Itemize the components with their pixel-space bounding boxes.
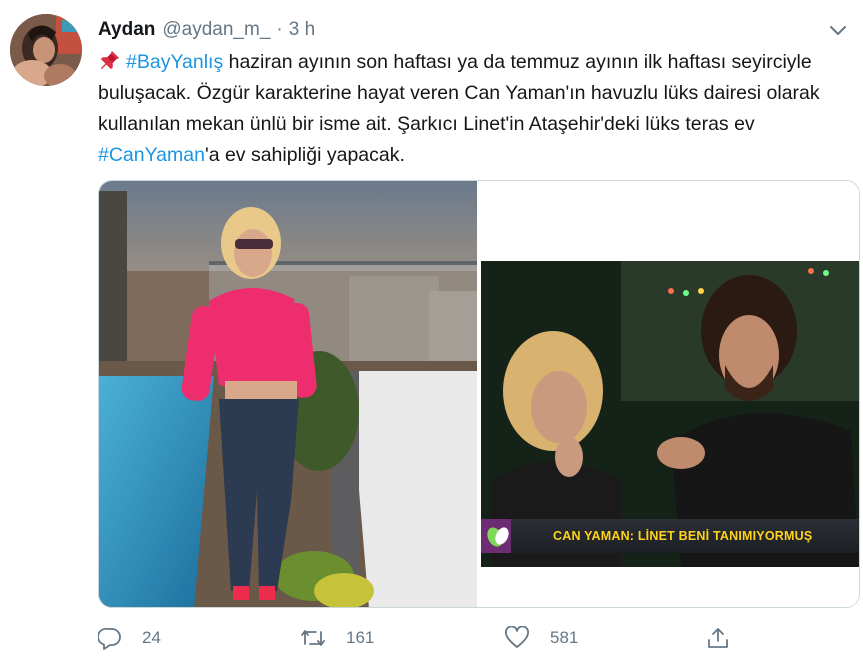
author-name[interactable]: Aydan bbox=[98, 19, 155, 41]
like-button[interactable]: 581 bbox=[504, 622, 578, 654]
retweet-icon bbox=[301, 630, 325, 646]
more-options-button[interactable] bbox=[825, 20, 851, 42]
tv-caption: CAN YAMAN: LİNET BENİ TANIMIYORMUŞ bbox=[553, 529, 813, 543]
pushpin-icon bbox=[100, 50, 120, 70]
author-handle[interactable]: @aydan_m_ bbox=[162, 19, 270, 41]
terrace-photo bbox=[99, 181, 477, 607]
channel-logo bbox=[481, 519, 515, 553]
hashtag-bayyanlis[interactable]: #BayYanlış bbox=[126, 51, 223, 73]
leaf-icon bbox=[487, 527, 509, 547]
like-count: 581 bbox=[550, 628, 579, 647]
tweet-header: Aydan @aydan_m_ · 3 h bbox=[98, 18, 315, 42]
tweet-actions: 24 161 581 bbox=[98, 622, 738, 654]
photo-right[interactable]: CAN YAMAN: LİNET BENİ TANIMIYORMUŞ bbox=[479, 181, 859, 607]
reply-button[interactable]: 24 bbox=[98, 622, 161, 654]
tweet-text: #BayYanlış haziran ayının son haftası ya… bbox=[98, 47, 838, 171]
chevron-down-icon bbox=[830, 26, 846, 35]
tv-caption-banner: CAN YAMAN: LİNET BENİ TANIMIYORMUŞ bbox=[511, 519, 859, 553]
retweet-count: 161 bbox=[346, 628, 375, 647]
timestamp[interactable]: 3 h bbox=[289, 19, 315, 41]
avatar-image bbox=[10, 14, 82, 86]
avatar[interactable] bbox=[10, 14, 82, 86]
tv-still: CAN YAMAN: LİNET BENİ TANIMIYORMUŞ bbox=[481, 261, 859, 567]
heart-icon bbox=[505, 626, 529, 648]
photo-left[interactable] bbox=[99, 181, 477, 607]
tweet-text-part2: 'a ev sahipliği yapacak. bbox=[204, 144, 405, 166]
reply-icon bbox=[98, 627, 121, 650]
separator-dot: · bbox=[276, 19, 283, 40]
media-container: CAN YAMAN: LİNET BENİ TANIMIYORMUŞ bbox=[98, 180, 860, 608]
retweet-button[interactable]: 161 bbox=[300, 622, 374, 654]
hashtag-canyaman[interactable]: #CanYaman bbox=[98, 144, 205, 166]
share-button[interactable] bbox=[706, 622, 750, 654]
share-icon bbox=[708, 628, 728, 648]
reply-count: 24 bbox=[142, 628, 161, 647]
